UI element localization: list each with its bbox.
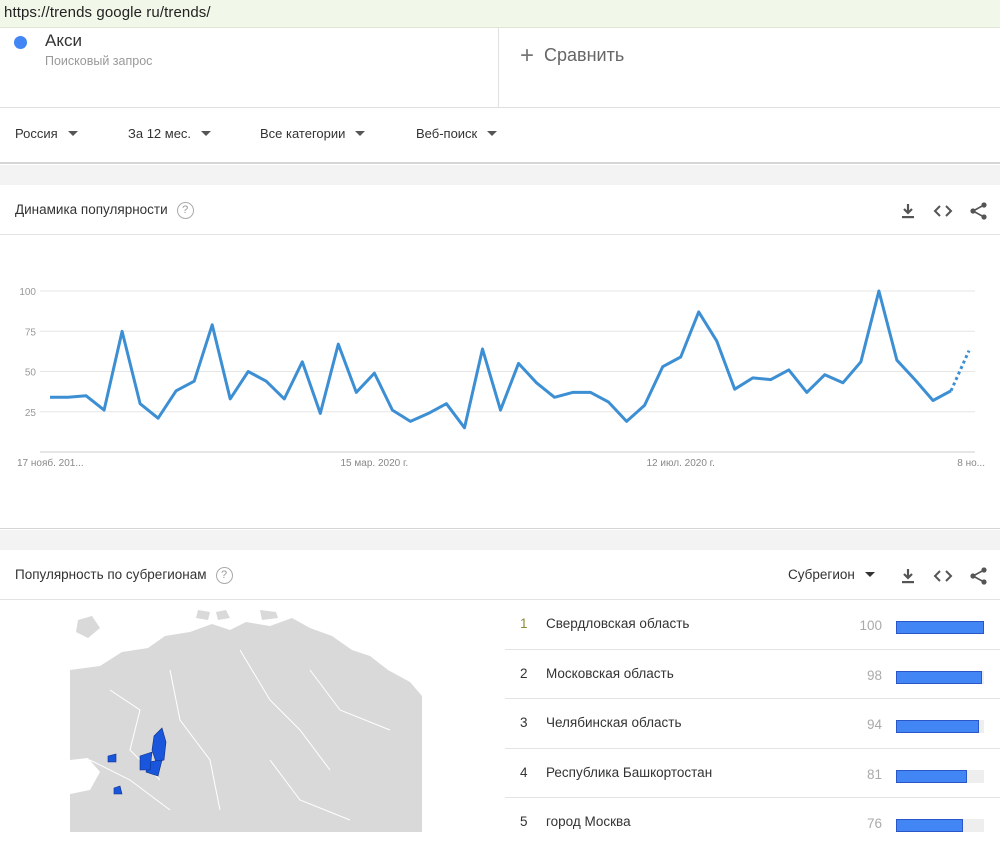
y-tick-label: 25 xyxy=(25,408,37,419)
map-island xyxy=(216,610,230,620)
region-bar-track xyxy=(896,769,984,783)
map-island xyxy=(260,610,278,620)
region-bar-track xyxy=(896,819,984,832)
rank-number: 5 xyxy=(520,814,528,829)
ranking-row[interactable]: 5 город Москва 76 xyxy=(505,798,1000,841)
region-name: Свердловская область xyxy=(546,616,690,631)
map-landmass xyxy=(70,618,422,832)
download-icon[interactable] xyxy=(897,200,919,222)
help-icon[interactable]: ? xyxy=(176,202,194,219)
region-value: 81 xyxy=(866,766,882,782)
region-bar-track xyxy=(896,621,984,634)
region-bar-track xyxy=(896,720,984,733)
y-tick-label: 50 xyxy=(25,368,37,379)
search-term-card[interactable]: Акси Поисковый запрос xyxy=(0,28,499,107)
subregion-title: Популярность по субрегионам xyxy=(15,567,207,582)
subregion-map[interactable] xyxy=(70,610,425,832)
x-tick-label: 12 июл. 2020 г. xyxy=(646,458,714,469)
region-value: 76 xyxy=(866,816,882,831)
x-tick-label: 15 мар. 2020 г. xyxy=(340,458,408,469)
download-icon[interactable] xyxy=(897,565,919,587)
region-name: Московская область xyxy=(546,665,674,681)
ranking-row[interactable]: 3 Челябинская область 94 xyxy=(505,699,1000,749)
interest-line-chart: 25 50 75 100 17 нояб. 201... 15 мар. 2020 г. 1… xyxy=(17,287,985,469)
resolution-label: Субрегион xyxy=(788,567,855,582)
address-bar[interactable]: https://trends google ru/trends/ xyxy=(0,0,1000,28)
embed-icon[interactable] xyxy=(932,200,954,222)
rank-number: 3 xyxy=(520,715,528,730)
section-gap xyxy=(0,530,1000,550)
region-value: 98 xyxy=(866,667,882,683)
card-header: Популярность по субрегионам? Субрегион xyxy=(0,550,1000,600)
x-tick-label: 17 нояб. 201... xyxy=(17,457,84,469)
filter-bar: Россия За 12 мес. Все категории Веб-поис… xyxy=(0,108,1000,164)
search-terms-row: Акси Поисковый запрос + Сравнить xyxy=(0,28,1000,108)
time-filter-label: За 12 мес. xyxy=(128,126,192,141)
region-value: 100 xyxy=(859,618,882,633)
region-bar xyxy=(896,670,983,684)
rank-number: 2 xyxy=(520,665,528,681)
card-title: Динамика популярности? xyxy=(15,202,194,220)
search-type-filter-label: Веб-поиск xyxy=(416,126,478,141)
subregion-ranking-list: 1 Свердловская область 100 2 Московская обла… xyxy=(505,600,1000,841)
plus-icon: + xyxy=(520,42,535,69)
url-text: https://trends google ru/trends/ xyxy=(4,4,211,21)
compare-label: Сравнить xyxy=(544,45,625,65)
region-filter-label: Россия xyxy=(15,126,58,141)
series-line xyxy=(50,289,952,430)
ranking-row[interactable]: 2 Московская область 98 xyxy=(505,650,1000,699)
rank-number: 4 xyxy=(520,764,528,780)
ranking-row[interactable]: 1 Свердловская область 100 xyxy=(505,600,1000,650)
map-island xyxy=(196,610,210,620)
dropdown-arrow-icon xyxy=(201,131,212,136)
x-tick-label: 8 но... xyxy=(957,458,985,469)
time-filter[interactable]: За 12 мес. xyxy=(128,126,212,141)
region-name: Республика Башкортостан xyxy=(546,764,713,780)
region-bar xyxy=(896,769,968,783)
region-filter[interactable]: Россия xyxy=(15,126,78,141)
compare-button[interactable]: + Сравнить xyxy=(520,40,625,69)
region-bar-track xyxy=(896,670,984,684)
rank-number: 1 xyxy=(520,616,528,631)
term-name: Акси xyxy=(45,31,82,50)
interest-title: Динамика популярности xyxy=(15,202,168,217)
y-tick-label: 75 xyxy=(25,327,37,338)
section-gap xyxy=(0,165,1000,185)
term-color-dot xyxy=(14,36,27,49)
dropdown-arrow-icon xyxy=(355,131,366,136)
region-bar xyxy=(896,819,963,832)
term-type: Поисковый запрос xyxy=(45,54,153,68)
map-island xyxy=(76,616,100,638)
card-header: Динамика популярности? xyxy=(0,185,1000,235)
series-partial-line xyxy=(949,349,971,392)
region-value: 94 xyxy=(866,717,882,732)
region-bar xyxy=(896,720,979,733)
share-icon[interactable] xyxy=(968,565,990,587)
search-type-filter[interactable]: Веб-поиск xyxy=(416,126,498,141)
card-title: Популярность по субрегионам? xyxy=(15,567,233,585)
region-bar xyxy=(896,621,984,634)
category-filter-label: Все категории xyxy=(260,126,346,141)
dropdown-arrow-icon xyxy=(67,131,78,136)
resolution-selector[interactable]: Субрегион xyxy=(788,567,875,582)
category-filter[interactable]: Все категории xyxy=(260,126,366,141)
dropdown-arrow-icon xyxy=(864,572,875,577)
region-name: город Москва xyxy=(546,814,631,829)
y-tick-label: 100 xyxy=(19,287,36,298)
share-icon[interactable] xyxy=(968,200,990,222)
embed-icon[interactable] xyxy=(932,565,954,587)
ranking-row[interactable]: 4 Республика Башкортостан 81 xyxy=(505,749,1000,798)
interest-over-time-card: Динамика популярности? 25 50 75 100 17 нояб.… xyxy=(0,185,1000,529)
help-icon[interactable]: ? xyxy=(215,567,233,584)
region-name: Челябинская область xyxy=(546,715,682,730)
dropdown-arrow-icon xyxy=(487,131,498,136)
